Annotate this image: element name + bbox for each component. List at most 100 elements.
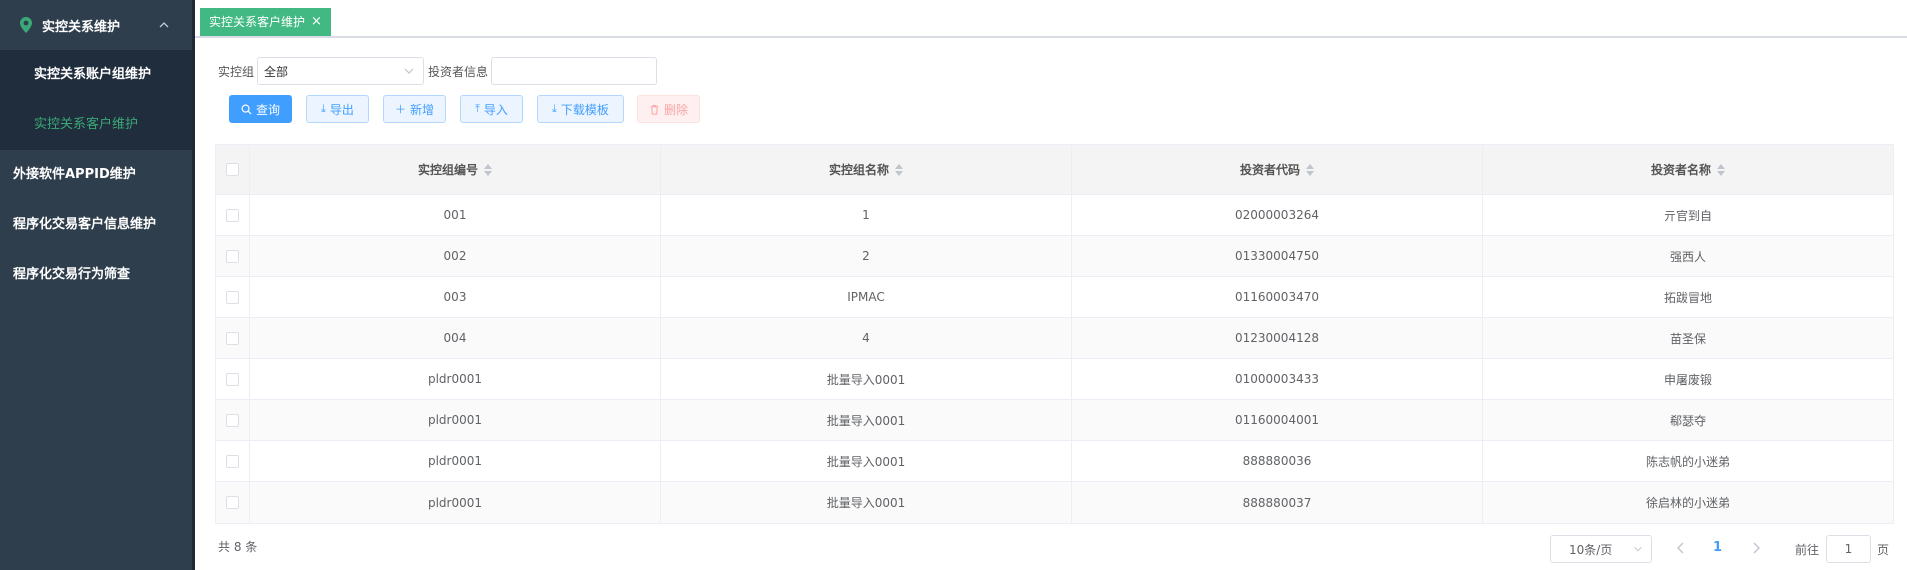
column-header-label: 实控组编号	[417, 163, 478, 177]
group-select-value: 全部	[264, 64, 289, 79]
menu-group-controlled-relations[interactable]: 实控关系维护	[0, 0, 192, 50]
add-button[interactable]: ＋ 新增	[383, 95, 446, 123]
delete-label: 删除	[663, 102, 688, 117]
sort-caret-icon[interactable]	[1717, 163, 1725, 176]
cell-investor-code: 01160003470	[1072, 277, 1483, 317]
tab-label: 实控关系客户维护	[209, 15, 306, 29]
cell-group-name: 批量导入0001	[661, 359, 1072, 399]
sort-caret-icon[interactable]	[1306, 163, 1314, 176]
cell-group-name: 1	[661, 195, 1072, 235]
cell-investor-name: 徐启林的小迷弟	[1645, 496, 1730, 510]
chevron-down-icon	[1634, 546, 1642, 552]
export-button[interactable]: ⤓ 导出	[306, 95, 369, 123]
column-header-label: 实控组名称	[828, 163, 889, 177]
cell-group-id: 001	[250, 195, 661, 235]
cell-investor-name: 申屠废锻	[1663, 372, 1712, 387]
location-pin-icon	[20, 17, 32, 33]
page-size-select[interactable]: 10条/页	[1550, 535, 1652, 563]
column-header-investor-code[interactable]: 投资者代码	[1072, 145, 1483, 194]
cell-investor-code: 01160004001	[1072, 400, 1483, 440]
table-row[interactable]: 001 1 02000003264 亓官到自	[216, 195, 1893, 236]
page-number-current[interactable]: 1	[1713, 540, 1722, 555]
row-checkbox[interactable]	[226, 208, 239, 222]
page-size-value: 10条/页	[1569, 542, 1613, 557]
cell-group-name: 4	[661, 318, 1072, 358]
sort-caret-icon[interactable]	[895, 163, 903, 176]
cell-group-name: 批量导入0001	[661, 400, 1072, 440]
table-row[interactable]: 002 2 01330004750 强西人	[216, 236, 1893, 277]
table-row[interactable]: pldr0001 批量导入0001 888880037 徐启林的小迷弟	[216, 482, 1893, 523]
cell-group-id: 004	[250, 318, 661, 358]
sort-caret-icon[interactable]	[484, 163, 492, 176]
sidebar-item-customer-maintenance[interactable]: 实控关系客户维护	[0, 100, 192, 150]
close-icon[interactable]: ×	[311, 8, 322, 36]
table-header-row: 实控组编号 实控组名称 投资者代码 投资者名称	[216, 145, 1893, 195]
sidebar-item-appid[interactable]: 外接软件APPID维护	[0, 150, 192, 200]
table-row[interactable]: 004 4 01230004128 苗圣保	[216, 318, 1893, 359]
delete-button[interactable]: 删除	[637, 95, 700, 123]
cell-group-id: pldr0001	[250, 482, 661, 523]
row-checkbox-cell	[216, 236, 250, 276]
sidebar-item-program-behavior-screening[interactable]: 程序化交易行为筛查	[0, 250, 192, 300]
column-header-investor-name[interactable]: 投资者名称	[1483, 145, 1893, 194]
cell-group-id: 002	[250, 236, 661, 276]
column-header-label: 投资者名称	[1650, 163, 1711, 177]
sidebar-item-account-group[interactable]: 实控关系账户组维护	[0, 50, 192, 100]
cell-investor-name: 亓官到自	[1663, 208, 1712, 223]
table-row[interactable]: pldr0001 批量导入0001 888880036 陈志帆的小迷弟	[216, 441, 1893, 482]
total-count: 共 8 条	[218, 540, 258, 554]
column-header-group-name[interactable]: 实控组名称	[661, 145, 1072, 194]
filter-row: 实控组 全部 投资者信息	[218, 57, 658, 85]
group-select[interactable]: 全部	[257, 57, 425, 85]
row-checkbox-cell	[216, 482, 250, 523]
submenu: 实控关系账户组维护 实控关系客户维护	[0, 50, 192, 150]
row-checkbox-cell	[216, 277, 250, 317]
cell-group-name: 批量导入0001	[661, 482, 1072, 523]
row-checkbox[interactable]	[226, 249, 239, 263]
goto-page-input[interactable]	[1826, 535, 1871, 563]
sidebar: 实控关系维护 实控关系账户组维护 实控关系客户维护 外接软件APPID维护 程序…	[0, 0, 192, 570]
cell-group-id: pldr0001	[250, 400, 661, 440]
next-page-icon[interactable]	[1749, 541, 1763, 555]
menu-group-label: 实控关系维护	[42, 19, 121, 35]
row-checkbox[interactable]	[226, 372, 239, 386]
cell-investor-code: 01330004750	[1072, 236, 1483, 276]
row-checkbox[interactable]	[226, 454, 239, 468]
table-row[interactable]: 003 IPMAC 01160003470 拓跋冒地	[216, 277, 1893, 318]
data-table: 实控组编号 实控组名称 投资者代码 投资者名称 001 1 02000003264 亓…	[215, 144, 1894, 524]
row-checkbox[interactable]	[226, 331, 239, 345]
table-row[interactable]: pldr0001 批量导入0001 01160004001 郗瑟夺	[216, 400, 1893, 441]
cell-investor-name: 苗圣保	[1669, 331, 1706, 346]
tab-customer-maintenance[interactable]: 实控关系客户维护 ×	[200, 8, 331, 36]
row-checkbox-cell	[216, 318, 250, 358]
table-row[interactable]: pldr0001 批量导入0001 01000003433 申屠废锻	[216, 359, 1893, 400]
column-header-group-id[interactable]: 实控组编号	[250, 145, 661, 194]
download-template-label: 下载模板	[560, 102, 609, 117]
goto-label: 前往	[1795, 543, 1820, 557]
cell-investor-name: 郗瑟夺	[1669, 413, 1706, 428]
cell-group-name: 2	[661, 236, 1072, 276]
row-checkbox[interactable]	[226, 413, 239, 427]
cell-investor-code: 888880037	[1072, 482, 1483, 523]
row-checkbox[interactable]	[226, 290, 239, 304]
cell-group-id: pldr0001	[250, 359, 661, 399]
chevron-up-icon	[159, 22, 169, 28]
tabs-bar: 实控关系客户维护 ×	[195, 0, 1907, 38]
prev-page-icon[interactable]	[1674, 541, 1688, 555]
import-label: 导入	[483, 102, 508, 117]
query-button[interactable]: 查询	[229, 95, 292, 123]
cell-investor-name: 强西人	[1669, 249, 1706, 264]
sidebar-item-program-customer-info[interactable]: 程序化交易客户信息维护	[0, 200, 192, 250]
trash-icon	[650, 104, 659, 115]
sidebar-divider	[192, 0, 195, 570]
download-template-button[interactable]: ⤓ 下载模板	[537, 95, 624, 123]
import-button[interactable]: ⤒ 导入	[460, 95, 523, 123]
investor-input[interactable]	[491, 57, 658, 85]
select-all-checkbox[interactable]	[226, 163, 239, 176]
cell-investor-code: 888880036	[1072, 441, 1483, 481]
row-checkbox[interactable]	[226, 496, 239, 509]
row-checkbox-cell	[216, 400, 250, 440]
cell-investor-code: 02000003264	[1072, 195, 1483, 235]
cell-investor-code: 01230004128	[1072, 318, 1483, 358]
search-icon	[241, 104, 252, 115]
